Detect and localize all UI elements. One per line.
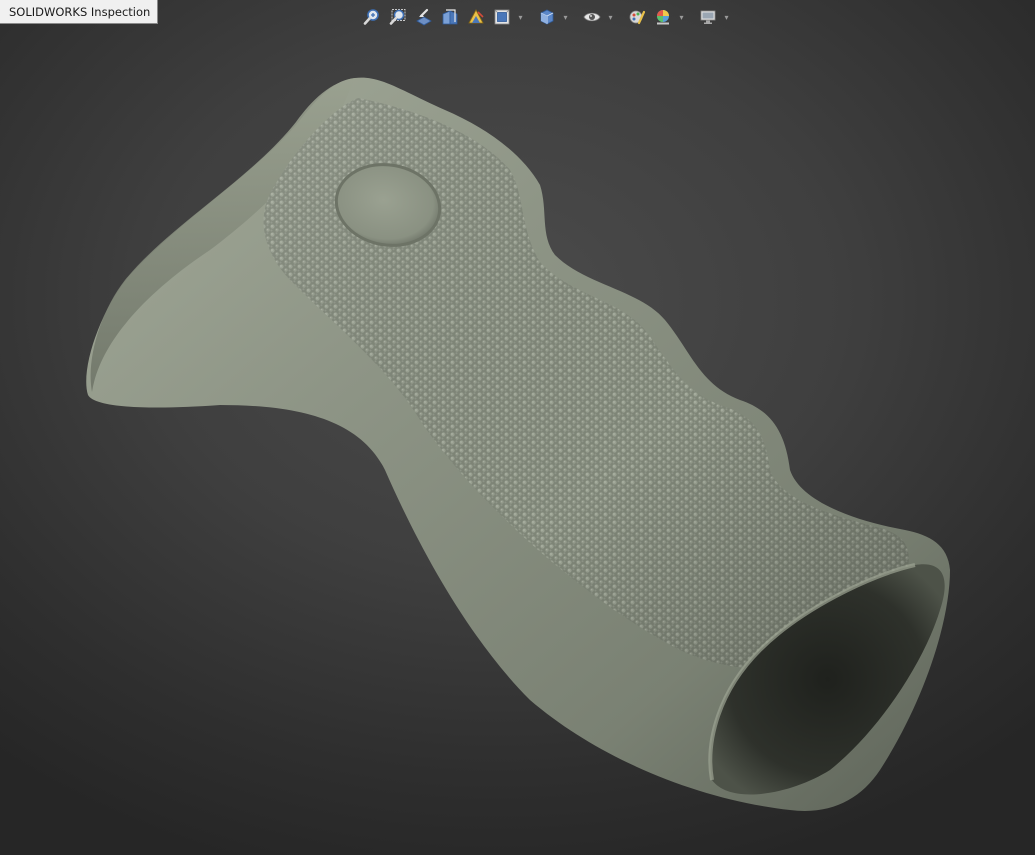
previous-view-button[interactable] [412, 6, 436, 28]
zoom-to-fit-button[interactable] [360, 6, 384, 28]
hide-show-items-icon [583, 12, 601, 22]
zoom-to-fit-icon [363, 9, 379, 25]
window-title-tab: SOLIDWORKS Inspection [0, 0, 159, 24]
view-orientation-button[interactable] [490, 6, 514, 28]
dynamic-annotation-views-button[interactable] [464, 6, 488, 28]
view-settings-button[interactable] [696, 6, 720, 28]
heads-up-view-toolbar: ▾ ▾ ▾ ▾ ▾ [360, 5, 731, 29]
zoom-to-area-button[interactable] [386, 6, 410, 28]
apply-scene-dropdown[interactable]: ▾ [677, 6, 686, 28]
apply-scene-button[interactable] [651, 6, 675, 28]
display-style-dropdown[interactable]: ▾ [561, 6, 570, 28]
dynamic-annotation-views-icon [468, 9, 484, 24]
hide-show-items-button[interactable] [580, 6, 604, 28]
grip-model[interactable] [0, 0, 1035, 855]
display-style-icon [540, 9, 554, 25]
edit-appearance-icon [629, 10, 646, 25]
hide-show-items-dropdown[interactable]: ▾ [606, 6, 615, 28]
view-settings-icon [700, 10, 716, 24]
edit-appearance-button[interactable] [625, 6, 649, 28]
zoom-to-area-icon [389, 9, 406, 25]
previous-view-icon [416, 8, 432, 26]
window-title: SOLIDWORKS Inspection [9, 5, 151, 19]
apply-scene-icon [657, 10, 669, 25]
view-orientation-dropdown[interactable]: ▾ [516, 6, 525, 28]
graphics-area[interactable]: SOLIDWORKS Inspection ▾ ▾ ▾ ▾ ▾ [0, 0, 1035, 855]
display-style-button[interactable] [535, 6, 559, 28]
view-orientation-icon [494, 9, 510, 25]
view-settings-dropdown[interactable]: ▾ [722, 6, 731, 28]
section-view-icon [442, 9, 458, 25]
section-view-button[interactable] [438, 6, 462, 28]
